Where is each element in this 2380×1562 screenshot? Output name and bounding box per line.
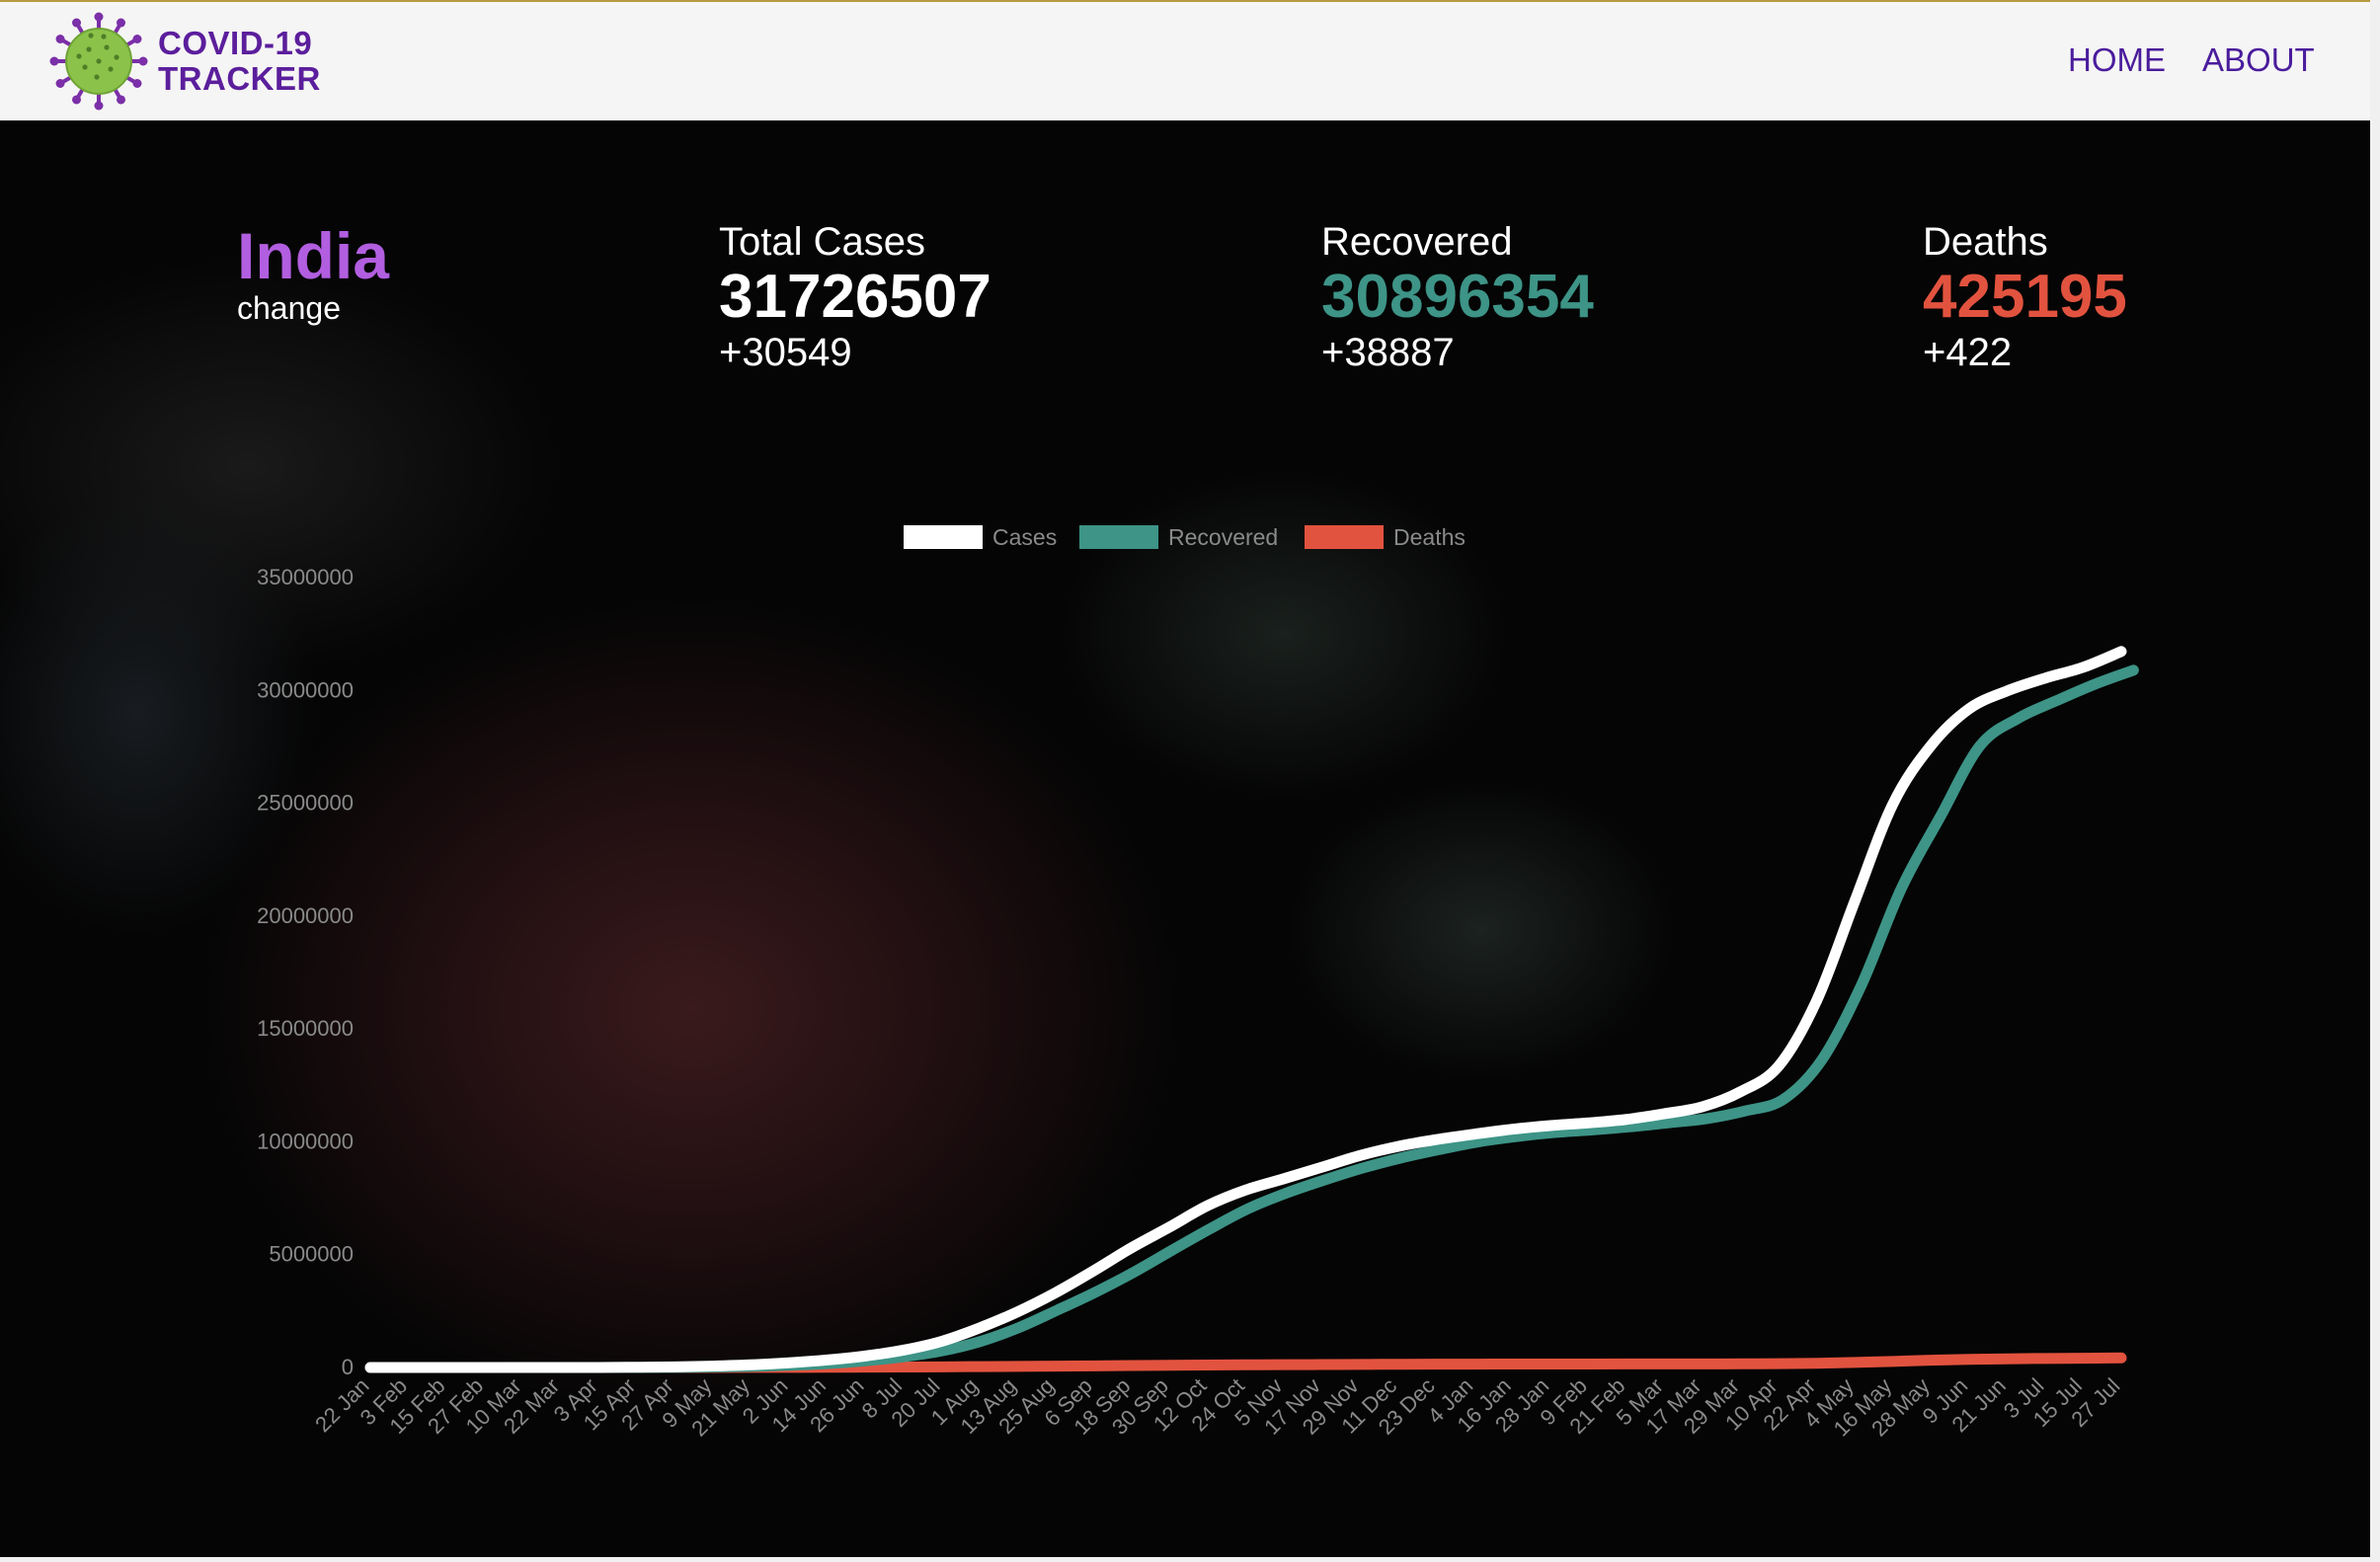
virus-spike-tip <box>72 18 81 28</box>
virus-dot <box>94 74 100 80</box>
dashboard-main: India change Total Cases 31726507 +30549… <box>0 120 2370 1557</box>
virus-spike-tip <box>117 95 125 105</box>
virus-spike-tip <box>132 35 142 43</box>
recovered-series-line[interactable] <box>364 664 2139 1373</box>
brand-line-1: COVID-19 <box>158 25 313 61</box>
virus-dot <box>96 58 102 64</box>
y-tick-label: 30000000 <box>257 677 354 702</box>
virus-spike-tip <box>138 56 148 66</box>
virus-dot <box>104 44 110 50</box>
virus-dot <box>108 66 114 72</box>
virus-dot <box>76 53 82 59</box>
y-tick-label: 25000000 <box>257 791 354 816</box>
recovered-legend-label[interactable]: Recovered <box>1168 524 1278 550</box>
virus-spike-tip <box>117 18 125 28</box>
page-scrollbar[interactable] <box>2370 0 2380 1562</box>
virus-dot <box>82 64 88 70</box>
virus-dot <box>86 46 92 52</box>
cases-legend-swatch[interactable] <box>904 525 983 549</box>
cases-legend-label[interactable]: Cases <box>992 524 1057 550</box>
brand-title[interactable]: COVID-19 TRACKER <box>158 26 321 97</box>
deaths-legend-label[interactable]: Deaths <box>1393 524 1466 550</box>
virus-spike-tip <box>132 79 142 88</box>
virus-spike-tip <box>94 12 104 22</box>
y-tick-label: 5000000 <box>269 1242 354 1267</box>
virus-dot <box>101 34 107 39</box>
recovered-legend-swatch[interactable] <box>1079 525 1158 549</box>
bottom-edge <box>0 1557 2370 1562</box>
navbar: COVID-19 TRACKER HOME ABOUT <box>0 2 2370 120</box>
virus-spike-tip <box>55 79 65 88</box>
virus-dot <box>114 54 119 60</box>
virus-spike-tip <box>94 101 104 111</box>
brand-line-2: TRACKER <box>158 60 321 97</box>
virus-spike-tip <box>55 35 65 43</box>
virus-dot <box>88 33 94 39</box>
y-tick-label: 20000000 <box>257 903 354 928</box>
y-tick-label: 15000000 <box>257 1016 354 1041</box>
y-tick-label: 35000000 <box>257 565 354 589</box>
cases-series-line[interactable] <box>364 646 2127 1373</box>
y-tick-label: 0 <box>342 1355 354 1379</box>
y-tick-label: 10000000 <box>257 1129 354 1153</box>
virus-spike-tip <box>72 95 81 105</box>
nav-home-link[interactable]: HOME <box>2068 41 2166 79</box>
virus-icon[interactable] <box>49 12 148 111</box>
nav-about-link[interactable]: ABOUT <box>2202 41 2315 79</box>
covid-line-chart: 0 5000000 10000000 15000000 20000000 25000000… <box>257 524 2139 1442</box>
virus-spike-tip <box>49 56 59 66</box>
deaths-legend-swatch[interactable] <box>1305 525 1384 549</box>
